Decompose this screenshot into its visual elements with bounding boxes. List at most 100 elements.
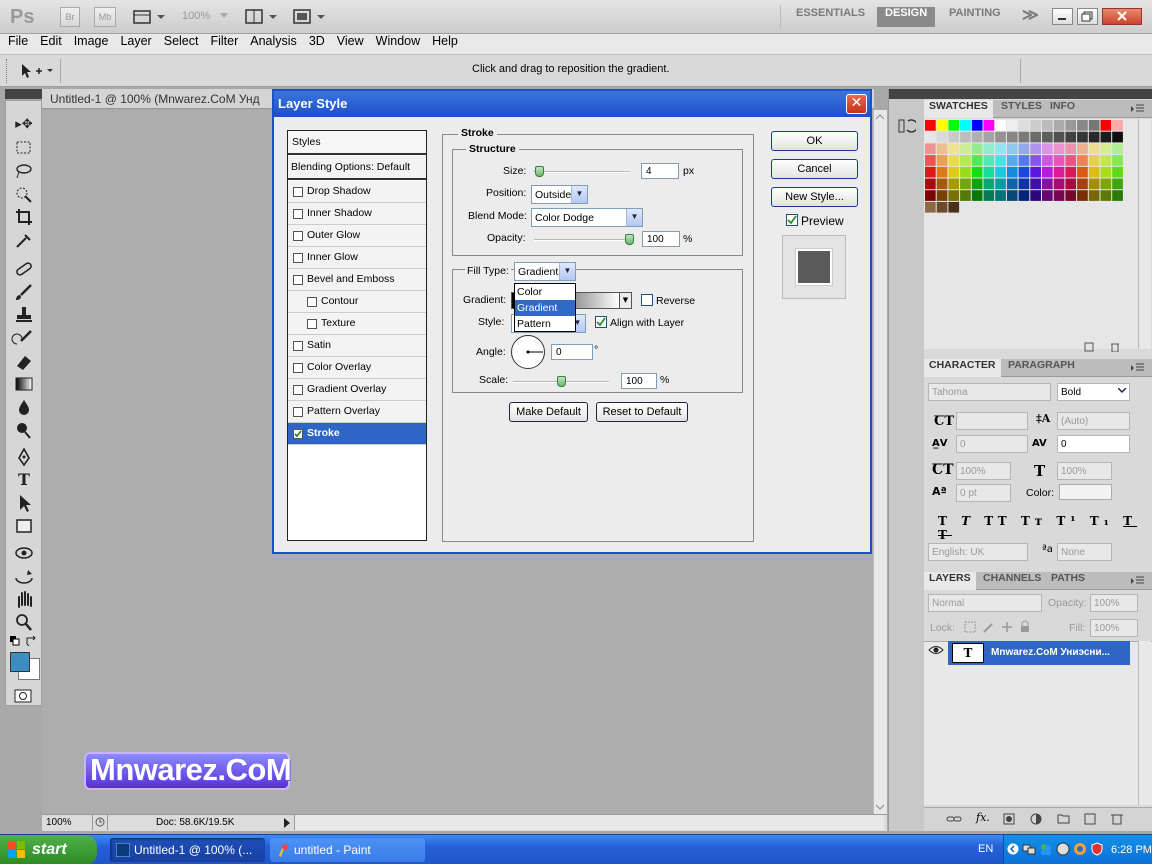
link-layers-icon[interactable] (946, 814, 962, 824)
swatch[interactable] (1042, 155, 1053, 166)
swatch[interactable] (948, 166, 960, 178)
tab-layers[interactable]: LAYERS (924, 572, 976, 590)
swatch[interactable] (995, 155, 1006, 166)
delete-layer-icon[interactable] (1111, 812, 1123, 825)
swatch[interactable] (1006, 120, 1018, 131)
swatch[interactable] (1100, 166, 1112, 178)
scale-input[interactable]: 100 (621, 373, 657, 389)
swatch[interactable] (971, 178, 983, 190)
swatch[interactable] (983, 166, 995, 178)
swatch[interactable] (983, 155, 995, 166)
eraser-tool-icon[interactable] (11, 351, 37, 371)
swatch[interactable] (1030, 178, 1041, 190)
swatch[interactable] (1100, 178, 1112, 190)
swatch[interactable] (925, 131, 936, 143)
layers-scrollbar[interactable] (1138, 641, 1151, 805)
swatch[interactable] (1112, 131, 1123, 143)
reverse-checkbox[interactable] (641, 294, 653, 306)
lock-icons[interactable] (964, 620, 1034, 634)
swatch[interactable] (995, 190, 1006, 201)
swatch[interactable] (948, 131, 960, 143)
swatch[interactable] (1065, 166, 1077, 178)
type-tool-icon[interactable]: T (11, 470, 37, 490)
language-indicator[interactable]: EN (978, 843, 993, 855)
menu-select[interactable]: Select (158, 34, 205, 48)
swatch[interactable] (960, 178, 971, 190)
swatch[interactable] (1088, 143, 1100, 155)
dialog-close-button[interactable]: ✕ (846, 94, 867, 114)
size-slider-track[interactable] (533, 171, 630, 173)
swatch[interactable] (1112, 143, 1123, 155)
effect-checkbox[interactable] (293, 275, 303, 285)
effect-item-inner-glow[interactable]: Inner Glow (288, 247, 426, 269)
swatch[interactable] (1100, 155, 1112, 166)
swatch[interactable] (925, 155, 936, 166)
effect-checkbox[interactable] (307, 297, 317, 307)
size-slider-thumb[interactable] (534, 166, 544, 177)
tracking-field[interactable]: 0 (1057, 435, 1130, 453)
eyedropper-tool-icon[interactable] (11, 230, 37, 250)
menu-3d[interactable]: 3D (303, 34, 331, 48)
swatch[interactable] (948, 178, 960, 190)
angle-input[interactable]: 0 (551, 344, 593, 360)
swatch[interactable] (1018, 131, 1030, 143)
swatch[interactable] (971, 120, 983, 131)
blending-options-item[interactable]: Blending Options: Default (288, 156, 426, 180)
effect-checkbox[interactable] (293, 231, 303, 241)
ok-button[interactable]: OK (771, 131, 858, 151)
delete-swatch-icon[interactable] (1110, 342, 1120, 352)
swatch[interactable] (936, 201, 948, 213)
swatch[interactable] (1018, 120, 1030, 131)
swatch[interactable] (936, 131, 948, 143)
position-select[interactable]: Outside ▼ (531, 185, 588, 204)
effect-item-texture[interactable]: Texture (288, 313, 426, 335)
swatch[interactable] (1006, 143, 1018, 155)
move-tool-preset-icon[interactable] (20, 63, 56, 79)
brush-tool-icon[interactable] (11, 282, 37, 302)
tray-expand-icon[interactable] (1007, 843, 1019, 855)
swatch[interactable] (948, 155, 960, 166)
swatch[interactable] (1112, 166, 1123, 178)
swatch[interactable] (1042, 178, 1053, 190)
swatch[interactable] (995, 166, 1006, 178)
swatch[interactable] (1088, 178, 1100, 190)
mini-bridge-button[interactable]: Mb (94, 7, 116, 27)
scroll-up-icon[interactable] (876, 114, 885, 120)
swatch[interactable] (1018, 155, 1030, 166)
swatch[interactable] (1053, 143, 1065, 155)
swatches-scrollbar[interactable] (1138, 119, 1151, 349)
chevron-down-icon[interactable]: ▼ (619, 293, 631, 308)
effect-checkbox[interactable] (293, 253, 303, 263)
swatch[interactable] (936, 178, 948, 190)
close-window-button[interactable] (1102, 8, 1142, 25)
menu-window[interactable]: Window (370, 34, 426, 48)
kerning-field[interactable]: 0 (956, 435, 1028, 453)
swatch[interactable] (1030, 166, 1041, 178)
gradient-tool-icon[interactable] (11, 374, 37, 394)
swatch[interactable] (1065, 131, 1077, 143)
lasso-tool-icon[interactable] (11, 161, 37, 181)
screen-mode-icon[interactable] (293, 9, 327, 25)
effect-checkbox[interactable] (293, 341, 303, 351)
swap-colors-icon[interactable] (26, 636, 37, 646)
menu-edit[interactable]: Edit (34, 34, 68, 48)
baseline-shift-field[interactable]: 0 pt (956, 484, 1011, 502)
effect-checkbox[interactable] (307, 319, 317, 329)
menu-image[interactable]: Image (68, 34, 115, 48)
shape-tool-icon[interactable] (11, 516, 37, 536)
marquee-tool-icon[interactable] (11, 138, 37, 158)
opacity-slider-thumb[interactable] (625, 234, 634, 245)
swatch[interactable] (1018, 143, 1030, 155)
restore-button[interactable] (1077, 8, 1098, 25)
type-style-buttons[interactable]: T T TT Tт T¹ T₁ T T (938, 514, 1152, 542)
tab-info[interactable]: INFO (1045, 100, 1080, 118)
effect-checkbox[interactable] (293, 385, 303, 395)
swatch[interactable] (1065, 120, 1077, 131)
antivirus-shield-icon[interactable] (1090, 842, 1104, 856)
angle-dial[interactable] (510, 334, 546, 370)
effect-item-contour[interactable]: Contour (288, 291, 426, 313)
swatch[interactable] (1006, 190, 1018, 201)
swatch[interactable] (971, 143, 983, 155)
tab-character[interactable]: CHARACTER (924, 359, 1001, 377)
swatch[interactable] (1006, 155, 1018, 166)
